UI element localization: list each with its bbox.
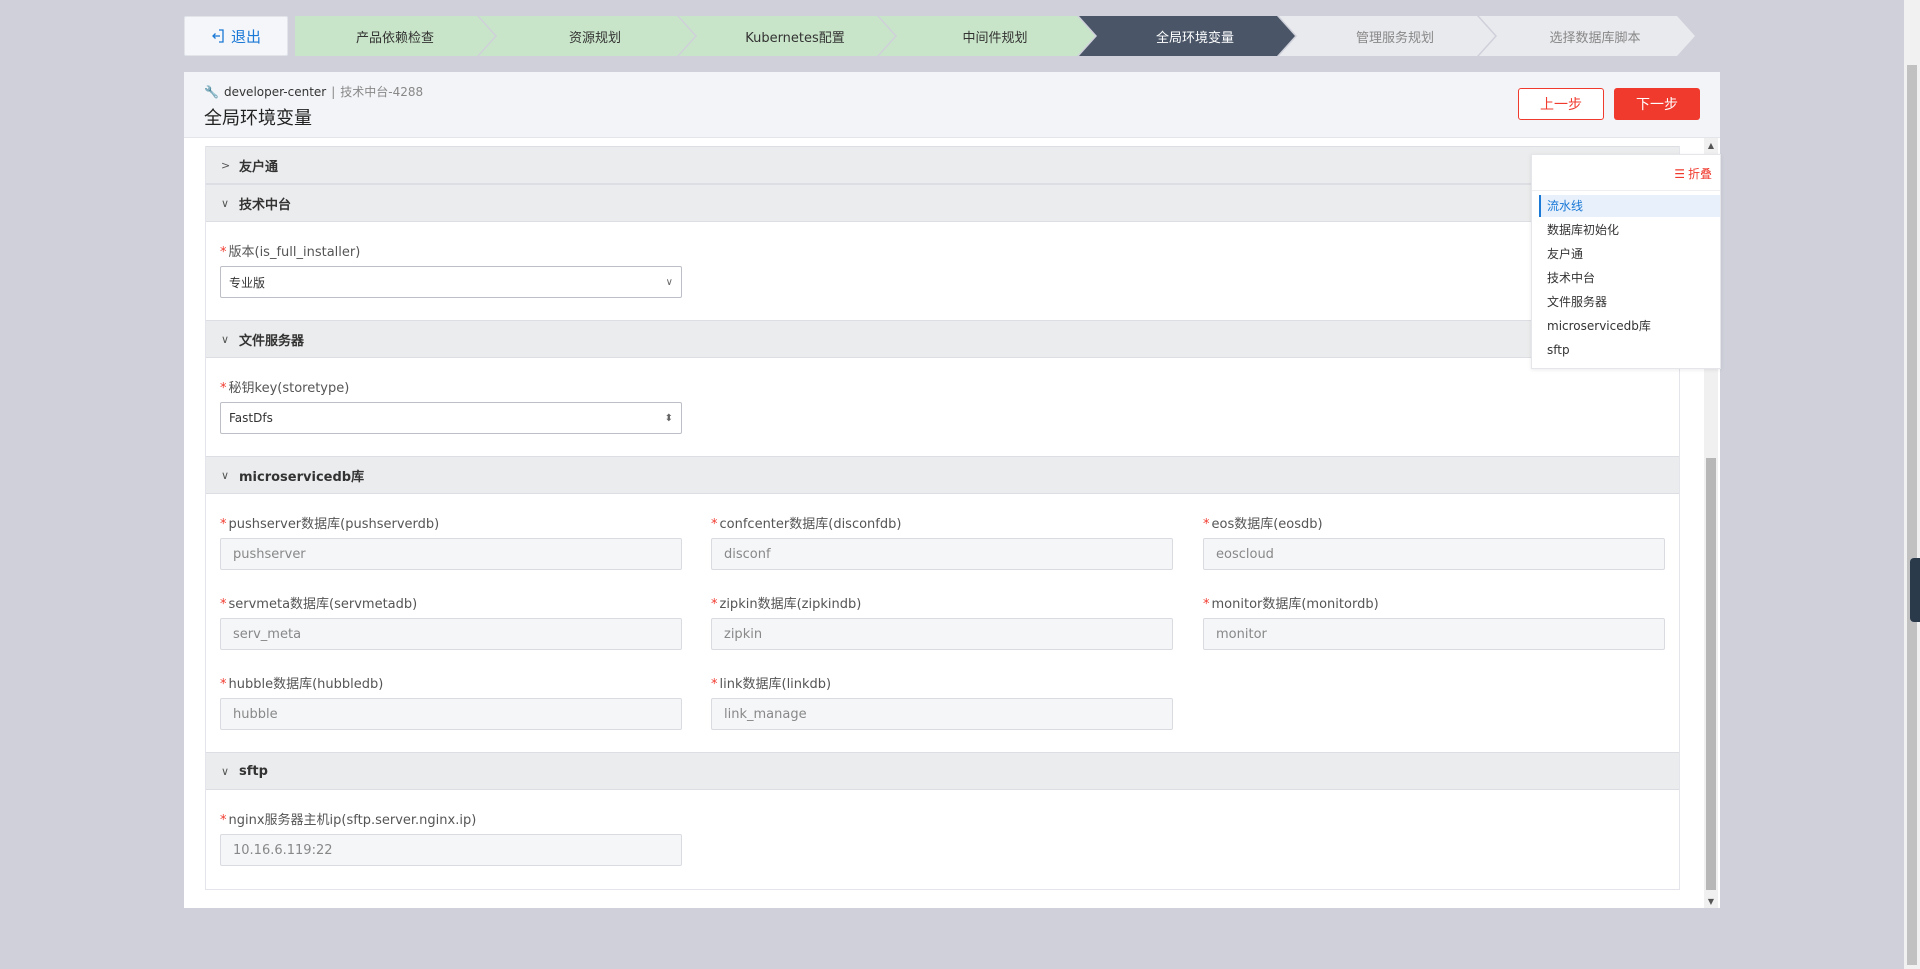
prev-step-button[interactable]: 上一步 [1518,88,1604,120]
eosdb-input[interactable]: eoscloud [1203,538,1665,570]
chevron-down-icon: ∨ [221,468,230,482]
step-label: 全局环境变量 [1155,30,1234,46]
step-label: 选择数据库脚本 [1549,30,1641,46]
field-label: * hubble数据库(hubbledb) [220,677,384,692]
zipkindb-input[interactable]: zipkin [711,618,1173,650]
logout-button[interactable]: 退出 [184,16,288,56]
pushserverdb-input[interactable]: pushserver [220,538,682,570]
wrench-icon: 🔧 [204,84,219,99]
field-hubbledb: * hubble数据库(hubbledb) hubble [220,676,682,730]
anchor-item-db-init[interactable]: 数据库初始化 [1539,219,1720,241]
wizard-steps: 产品依赖检查 资源规划 Kubernetes配置 中间件规划 全局环境变量 管理… [295,16,1695,56]
field-zipkindb: * zipkin数据库(zipkindb) zipkin [711,596,1173,650]
anchor-nav: ☰ 折叠 流水线 数据库初始化 友户通 技术中台 文件服务器 microserv… [1531,154,1721,369]
divider [1532,190,1720,191]
version-select[interactable]: 专业版 ∨ [220,266,682,298]
linkdb-input[interactable]: link_manage [711,698,1173,730]
section-youhutong[interactable]: > 友户通 [206,146,1679,184]
field-eosdb: * eos数据库(eosdb) eoscloud [1203,516,1665,570]
field-label: * confcenter数据库(disconfdb) [711,517,902,532]
page-scrollbar-thumb[interactable] [1907,65,1917,965]
step-resource-planning[interactable]: 资源规划 [495,16,695,56]
section-title: 友户通 [239,159,279,175]
section-title: sftp [239,763,268,779]
step-middleware-planning[interactable]: 中间件规划 [895,16,1095,56]
field-label: * link数据库(linkdb) [711,677,832,692]
side-widget-tab[interactable] [1910,558,1920,622]
storetype-select[interactable]: FastDfs ⬍ [220,402,682,434]
chevron-right-icon: > [221,158,231,172]
anchor-item-file-server[interactable]: 文件服务器 [1539,291,1720,313]
anchor-item-sftp[interactable]: sftp [1539,339,1720,361]
field-monitordb: * monitor数据库(monitordb) monitor [1203,596,1665,650]
logout-icon [212,29,224,43]
breadcrumb: 🔧 developer-center | 技术中台-4288 [204,83,423,100]
select-value: FastDfs [229,411,273,425]
field-label: * servmeta数据库(servmetadb) [220,597,418,612]
step-kubernetes-config[interactable]: Kubernetes配置 [695,16,895,56]
chevron-down-icon: ∨ [221,764,230,778]
page-title: 全局环境变量 [204,108,312,129]
hubbledb-input[interactable]: hubble [220,698,682,730]
main-panel: 🔧 developer-center | 技术中台-4288 全局环境变量 上一… [184,72,1720,908]
select-arrows-icon: ⬍ [664,412,673,424]
section-file-server[interactable]: ∨ 文件服务器 [206,320,1679,358]
project-name: developer-center [223,84,327,99]
field-label: * eos数据库(eosdb) [1203,517,1323,532]
anchor-item-jszt[interactable]: 技术中台 [1539,267,1720,289]
step-service-planning[interactable]: 管理服务规划 [1295,16,1495,56]
section-microservicedb[interactable]: ∨ microservicedb库 [206,456,1679,494]
servmetadb-input[interactable]: serv_meta [220,618,682,650]
anchor-item-microservicedb[interactable]: microservicedb库 [1539,315,1720,337]
anchor-item-youhutong[interactable]: 友户通 [1539,243,1720,265]
disconfdb-input[interactable]: disconf [711,538,1173,570]
step-label: Kubernetes配置 [745,30,845,46]
field-label: * 版本(is_full_installer) [220,245,361,260]
next-step-button[interactable]: 下一步 [1614,88,1700,120]
chevron-down-icon: ∨ [665,276,673,288]
field-label: * zipkin数据库(zipkindb) [711,597,862,612]
fold-button[interactable]: ☰ 折叠 [1674,165,1712,182]
select-value: 专业版 [229,275,266,290]
section-title: 文件服务器 [239,333,305,349]
section-jszt[interactable]: ∨ 技术中台 [206,184,1679,222]
field-sftp-nginx-ip: * nginx服务器主机ip(sftp.server.nginx.ip) 10.1… [220,812,682,866]
sftp-nginx-ip-input[interactable]: 10.16.6.119:22 [220,834,682,866]
section-title: 技术中台 [239,197,292,213]
field-pushserverdb: * pushserver数据库(pushserverdb) pushserver [220,516,682,570]
scroll-down-icon[interactable]: ▼ [1704,894,1718,908]
step-label: 管理服务规划 [1355,30,1434,46]
field-storetype: * 秘钥key(storetype) FastDfs ⬍ [220,380,682,434]
fold-label: 折叠 [1687,167,1712,181]
field-label: * monitor数据库(monitordb) [1203,597,1379,612]
fold-icon: ☰ [1674,166,1685,181]
step-label: 资源规划 [568,30,621,46]
scroll-up-icon[interactable]: ▲ [1704,138,1718,152]
monitordb-input[interactable]: monitor [1203,618,1665,650]
field-servmetadb: * servmeta数据库(servmetadb) serv_meta [220,596,682,650]
section-title: microservicedb库 [239,469,365,485]
field-is-full-installer: * 版本(is_full_installer) 专业版 ∨ [220,244,682,298]
separator: | [331,84,336,99]
field-label: * 秘钥key(storetype) [220,381,350,396]
step-dependency-check[interactable]: 产品依赖检查 [295,16,495,56]
chevron-down-icon: ∨ [221,196,230,210]
step-label: 产品依赖检查 [355,30,434,46]
section-sftp[interactable]: ∨ sftp [206,752,1679,790]
chevron-down-icon: ∨ [221,332,230,346]
field-label: * nginx服务器主机ip(sftp.server.nginx.ip) [220,813,477,828]
panel-header: 🔧 developer-center | 技术中台-4288 全局环境变量 上一… [184,72,1720,138]
product-name: 技术中台-4288 [340,85,424,99]
step-db-scripts[interactable]: 选择数据库脚本 [1495,16,1695,56]
field-label: * pushserver数据库(pushserverdb) [220,517,440,532]
step-global-env[interactable]: 全局环境变量 [1095,16,1295,56]
form-content[interactable]: > 友户通 ∨ 技术中台 * 版本(is_full_installer) 专业版 … [205,146,1680,890]
step-label: 中间件规划 [962,30,1028,46]
anchor-item-pipeline[interactable]: 流水线 [1539,195,1720,217]
scrollbar-thumb[interactable] [1706,458,1716,890]
logout-label: 退出 [230,27,261,46]
field-linkdb: * link数据库(linkdb) link_manage [711,676,1173,730]
page-scrollbar[interactable] [1904,0,1920,969]
field-disconfdb: * confcenter数据库(disconfdb) disconf [711,516,1173,570]
